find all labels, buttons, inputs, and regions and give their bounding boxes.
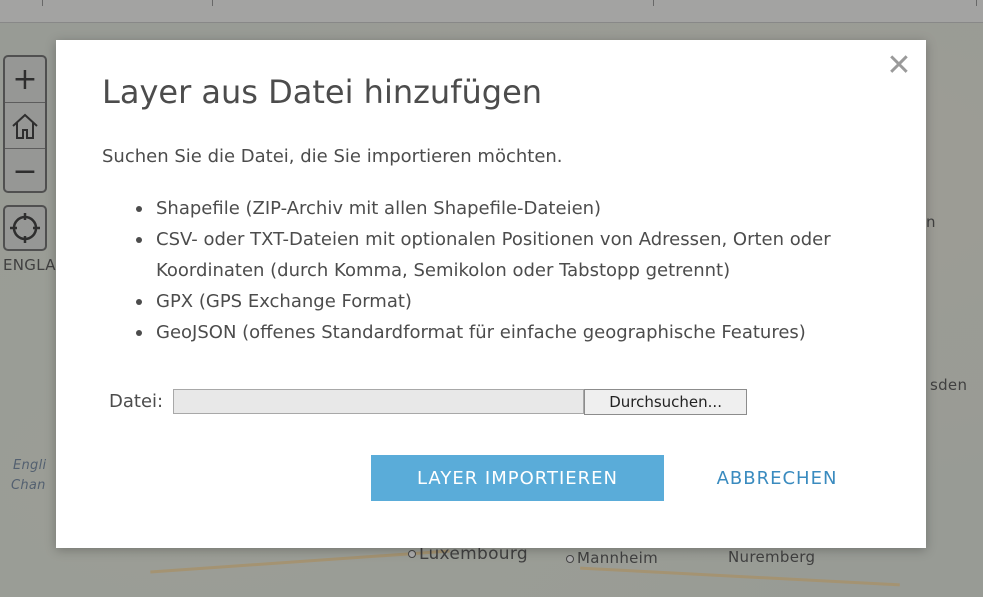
list-item: GeoJSON (offenes Standardformat für einf… [136,317,886,348]
cancel-button[interactable]: ABBRECHEN [696,455,858,501]
close-icon: ✕ [886,47,912,83]
dialog-description: Suchen Sie die Datei, die Sie importiere… [102,146,563,167]
browse-button[interactable]: Durchsuchen... [584,388,748,415]
import-layer-button[interactable]: LAYER IMPORTIEREN [371,455,664,501]
supported-formats-list: Shapefile (ZIP-Archiv mit allen Shapefil… [136,193,886,348]
close-button[interactable]: ✕ [886,48,912,83]
list-item: CSV- oder TXT-Dateien mit optionalen Pos… [136,224,886,286]
file-input[interactable] [173,389,585,414]
file-label: Datei: [109,391,164,412]
list-item: GPX (GPS Exchange Format) [136,286,886,317]
add-layer-from-file-dialog: ✕ Layer aus Datei hinzufügen Suchen Sie … [56,40,926,548]
list-item: Shapefile (ZIP-Archiv mit allen Shapefil… [136,193,886,224]
dialog-title: Layer aus Datei hinzufügen [102,73,543,111]
file-picker-row: Datei: Durchsuchen... [109,388,748,415]
